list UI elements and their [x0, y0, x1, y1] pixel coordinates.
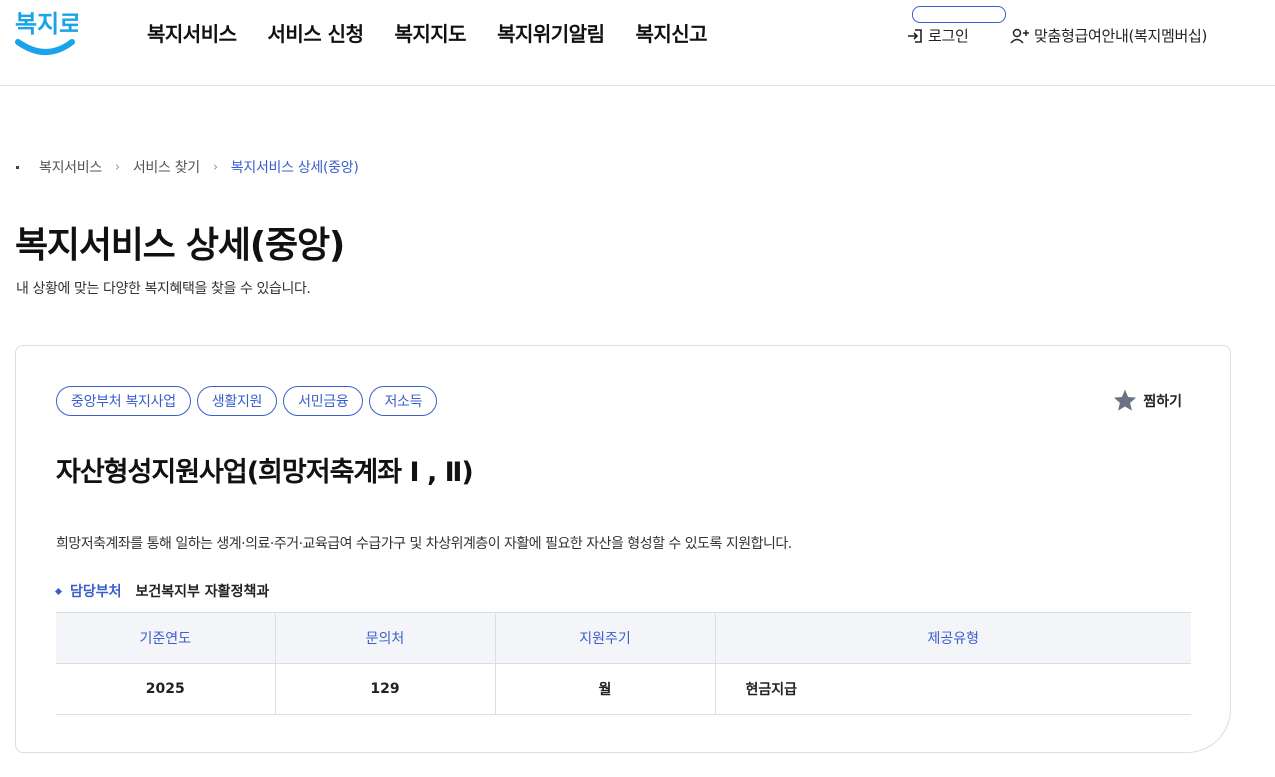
add-user-icon	[1010, 28, 1029, 44]
breadcrumb-bullet	[16, 165, 19, 169]
tag-microfinance[interactable]: 서민금융	[283, 386, 364, 416]
table-row: 2025 129 월 현금지급	[56, 663, 1191, 715]
diamond-bullet-icon	[54, 587, 63, 595]
chevron-right-icon: ›	[114, 159, 120, 175]
page-description: 내 상황에 맞는 다양한 복지혜택을 찾을 수 있습니다.	[16, 281, 311, 297]
cell-base-year: 2025	[56, 663, 275, 715]
breadcrumb-welfare-service[interactable]: 복지서비스	[39, 157, 102, 177]
service-description: 희망저축계좌를 통해 일하는 생계·의료·주거·교육급여 수급가구 및 차상위계…	[56, 536, 792, 552]
login-link[interactable]: 로그인	[906, 25, 969, 46]
main-nav: 복지서비스 서비스 신청 복지지도 복지위기알림 복지신고	[147, 6, 1006, 47]
column-header-contact: 문의처	[274, 612, 495, 664]
tag-low-income[interactable]: 저소득	[369, 386, 438, 416]
service-title: 자산형성지원사업(희망저축계좌 Ⅰ , Ⅱ)	[56, 457, 474, 488]
bookmark-button[interactable]: 찜하기	[1112, 388, 1182, 414]
service-detail-card: 중앙부처 복지사업 생활지원 서민금융 저소득 찜하기 자산형성지원사업(희망저…	[15, 345, 1231, 753]
svg-text:복지로: 복지로	[15, 10, 78, 38]
breadcrumb: 복지서비스 › 서비스 찾기 › 복지서비스 상세(중앙)	[16, 157, 359, 177]
service-info-table: 기준연도 문의처 지원주기 제공유형 2025 129 월 현금지급	[56, 612, 1191, 715]
login-icon	[908, 28, 922, 43]
nav-indicator	[912, 6, 1006, 23]
login-label: 로그인	[928, 27, 969, 45]
cell-support-cycle: 월	[494, 663, 715, 715]
column-header-base-year: 기준연도	[56, 612, 275, 664]
tag-central-ministry[interactable]: 중앙부처 복지사업	[56, 386, 191, 416]
chevron-right-icon: ›	[212, 159, 218, 175]
cell-provision-type: 현금지급	[714, 663, 1191, 715]
department-label: 담당부처	[70, 584, 122, 600]
bokjiro-logo[interactable]: 복지로	[14, 4, 78, 58]
membership-link[interactable]: 맞춤형급여안내(복지멤버십)	[1010, 25, 1207, 46]
nav-welfare-report[interactable]: 복지신고	[635, 18, 707, 47]
breadcrumb-service-search[interactable]: 서비스 찾기	[133, 157, 200, 177]
cell-contact: 129	[274, 663, 495, 715]
bookmark-label: 찜하기	[1143, 394, 1182, 410]
nav-service-apply[interactable]: 서비스 신청	[268, 18, 364, 47]
star-icon	[1114, 389, 1137, 411]
tag-living-support[interactable]: 생활지원	[196, 386, 278, 416]
membership-label: 맞춤형급여안내(복지멤버십)	[1034, 27, 1208, 45]
breadcrumb-current: 복지서비스 상세(중앙)	[230, 160, 359, 176]
column-header-provision-type: 제공유형	[714, 612, 1191, 664]
department-info: 담당부처 보건복지부 자활정책과	[54, 581, 270, 601]
nav-welfare-service[interactable]: 복지서비스	[147, 18, 237, 47]
site-header: 복지로 복지서비스 서비스 신청 복지지도 복지위기알림 복지신고 로그인 맞춤…	[0, 0, 1275, 86]
nav-welfare-map[interactable]: 복지지도	[394, 18, 466, 47]
column-header-support-cycle: 지원주기	[494, 612, 715, 664]
service-tags: 중앙부처 복지사업 생활지원 서민금융 저소득	[56, 386, 443, 416]
nav-crisis-alert[interactable]: 복지위기알림	[497, 18, 605, 47]
department-value: 보건복지부 자활정책과	[135, 584, 270, 600]
page-title: 복지서비스 상세(중앙)	[15, 225, 345, 266]
table-header-row: 기준연도 문의처 지원주기 제공유형	[56, 612, 1191, 664]
